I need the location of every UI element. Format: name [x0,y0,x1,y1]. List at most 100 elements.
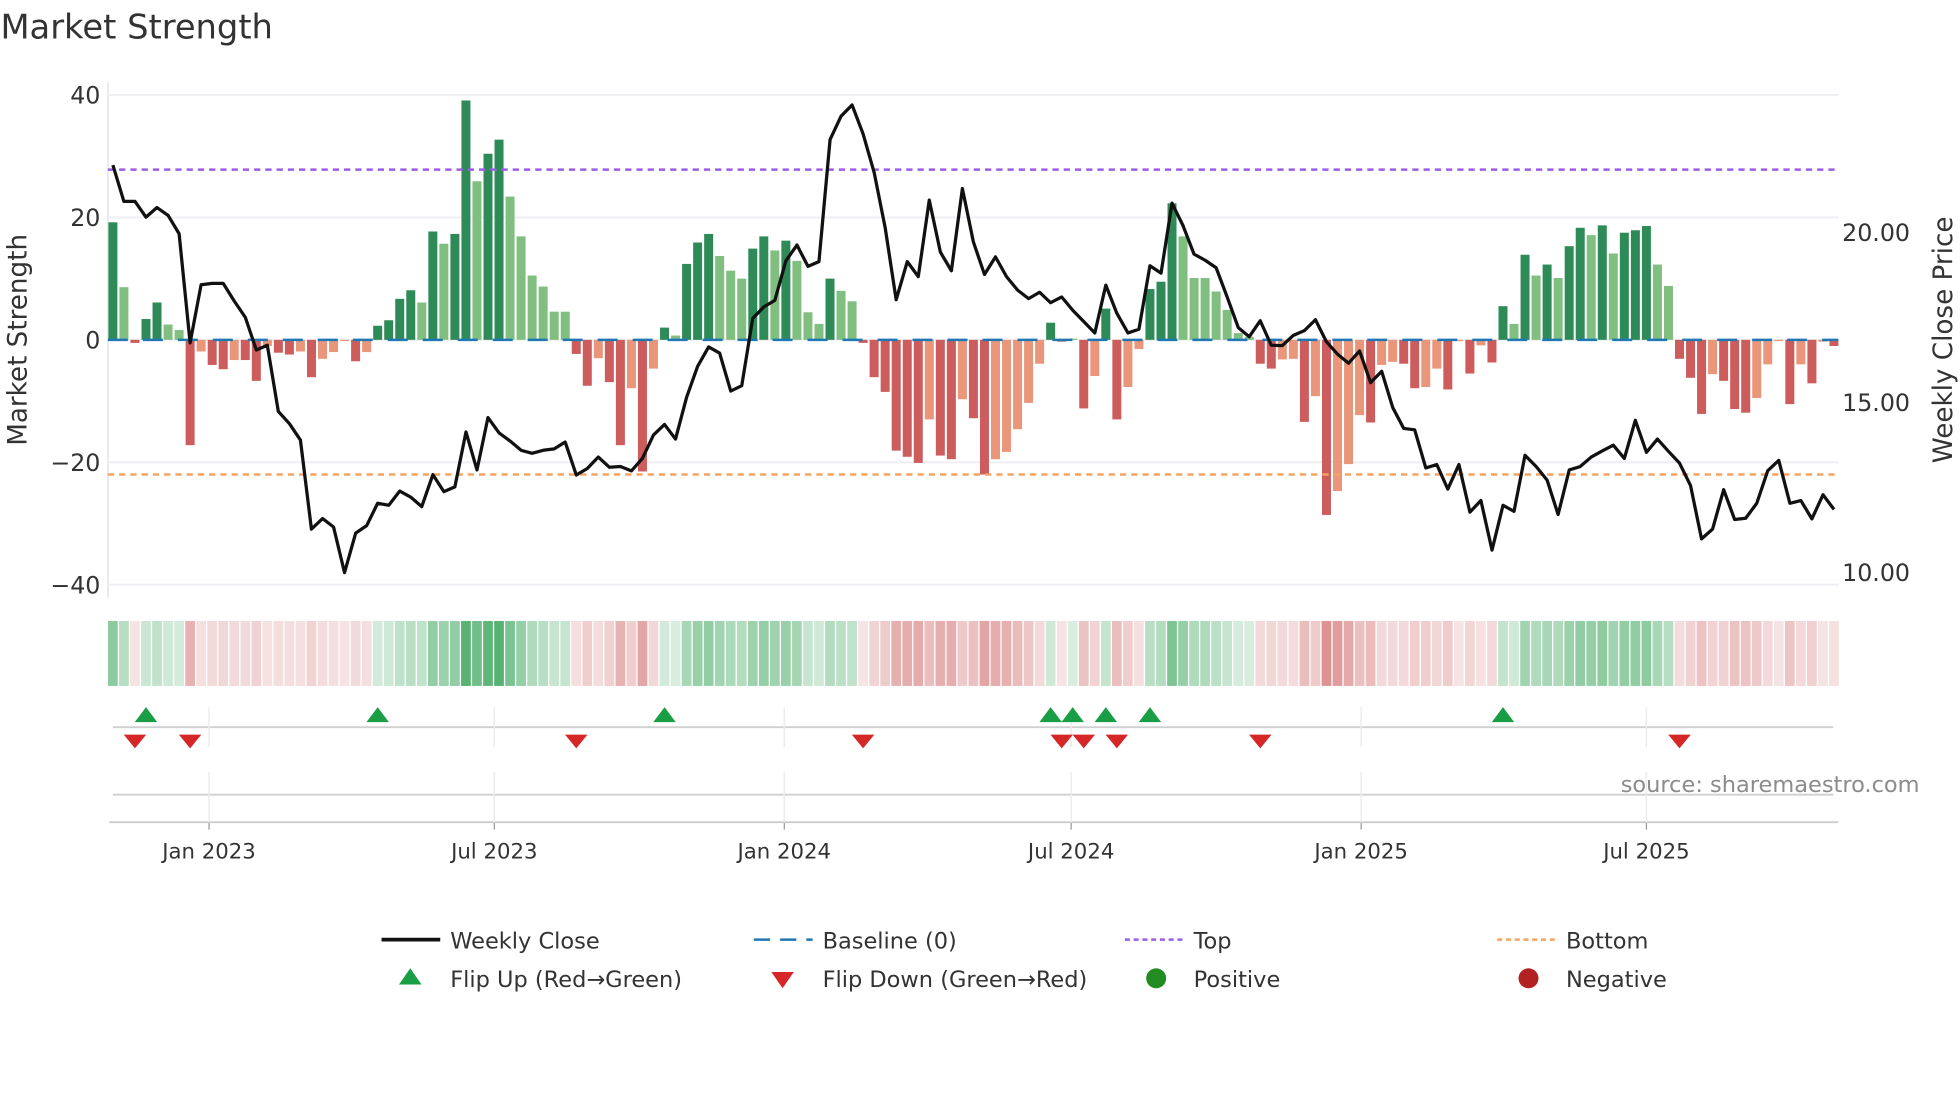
strength-bar [318,339,328,359]
strength-strip-cell [1773,620,1784,686]
strength-strip-cell [295,620,306,686]
strength-strip-cell [990,620,1001,686]
legend-label: Flip Down (Green→Red) [823,967,1088,993]
strength-bar [152,302,162,340]
strength-strip-cell [207,620,218,686]
strength-strip-cell [1189,620,1199,686]
strength-strip-cell [769,620,780,686]
strength-bar [549,311,559,340]
strength-bar [141,319,151,340]
strength-strip-cell [1056,620,1067,686]
strength-bar [384,320,394,340]
strength-bar [1432,339,1442,369]
legend-label: Top [1193,928,1232,954]
strength-strip-cell [1630,620,1641,686]
strength-strip-cell [1520,620,1530,686]
strength-strip-cell [119,620,129,686]
flip-down-marker [1105,734,1129,749]
strength-strip-cell [1123,620,1133,686]
strength-strip-cell [306,620,317,686]
strength-bar [571,339,581,354]
strength-bar [461,100,471,340]
strength-strip-cell [549,620,560,686]
strength-strip-cell [1288,620,1299,686]
strength-strip-cell [218,620,229,686]
strength-strip-cell [196,620,207,686]
legend: Weekly Close Baseline (0) Top Bottom Flip Up… [381,928,1667,993]
strength-strip-cell [1343,620,1354,686]
strength-strip-cell [1564,620,1575,686]
strength-strip-cell [405,620,416,686]
strength-bar [1498,306,1508,340]
strength-bar [306,339,316,378]
strength-strip-cell [1012,620,1023,686]
strength-bar [582,339,592,386]
strength-bar [803,312,813,340]
strength-bar [1178,236,1188,340]
market-strength-chart: Market Strength Market Strength Weekly C… [0,8,1959,993]
legend-dot-icon [1146,968,1167,989]
strength-strip-cell [427,620,438,686]
strength-bar [648,339,658,369]
strength-bar [351,339,361,362]
legend-label: Negative [1566,967,1667,993]
strength-bar [1686,339,1696,378]
strength-bar [1785,339,1795,405]
strength-strip-cell [1233,620,1244,686]
strength-bar [1630,230,1640,340]
strength-bar [1002,339,1012,452]
strength-bar [1652,264,1662,340]
strength-strip-cell [803,620,813,686]
strength-bar [1741,339,1751,413]
legend-label: Flip Up (Red→Green) [450,967,682,993]
strength-strip-cell [152,620,162,686]
strength-bar [406,290,416,340]
flip-up-marker [1039,707,1062,723]
y2-axis-label: Weekly Close Price [1929,217,1959,464]
strength-bar [1013,339,1023,430]
strength-bar [284,339,294,355]
strength-bar [1553,278,1563,340]
strength-strip-cell [273,620,284,686]
strength-bar [682,263,692,340]
strength-strip-cell [394,620,405,686]
strength-bar [1708,339,1718,375]
strength-strip-cell [1354,620,1365,686]
strength-bar [902,339,912,457]
strength-bar [1211,291,1221,340]
strength-strip-cell [1542,620,1552,686]
strength-strip-cell [1299,620,1310,686]
strength-bar [1752,339,1762,399]
strength-strip-cell [141,620,151,686]
strength-strip-cell [1531,620,1541,686]
strength-strip-cell [1398,620,1409,686]
strength-strip-cell [703,620,714,686]
strength-bar [1663,285,1673,340]
flip-down-marker [1668,734,1691,749]
flip-down-marker [1072,734,1095,749]
y2-tick-label: 15.00 [1842,389,1910,417]
strength-strip-cell [913,620,924,686]
flip-up-marker [1094,707,1118,723]
strength-bar [119,287,129,340]
strength-bar [207,339,217,365]
strength-bar [913,339,923,463]
strength-strip-cell [1608,620,1619,686]
strength-bar [273,339,283,353]
strength-bar [704,233,714,340]
strength-bar [935,339,945,456]
strength-strip-cell [1498,620,1508,686]
strength-strip-cell [108,620,118,686]
strength-bar [538,286,548,340]
strength-bar [450,233,460,340]
strength-bar [1299,339,1309,422]
strength-strip-cell [185,620,195,686]
strength-bar [362,339,372,353]
strength-strip-cell [350,620,361,686]
strength-strip-cell [1222,620,1233,686]
strength-strip-cell [1619,620,1630,686]
strength-bar [196,339,206,352]
strength-bars [108,100,1839,515]
strength-strip-cell [284,620,295,686]
x-tick-label: Jan 2025 [1312,839,1408,864]
